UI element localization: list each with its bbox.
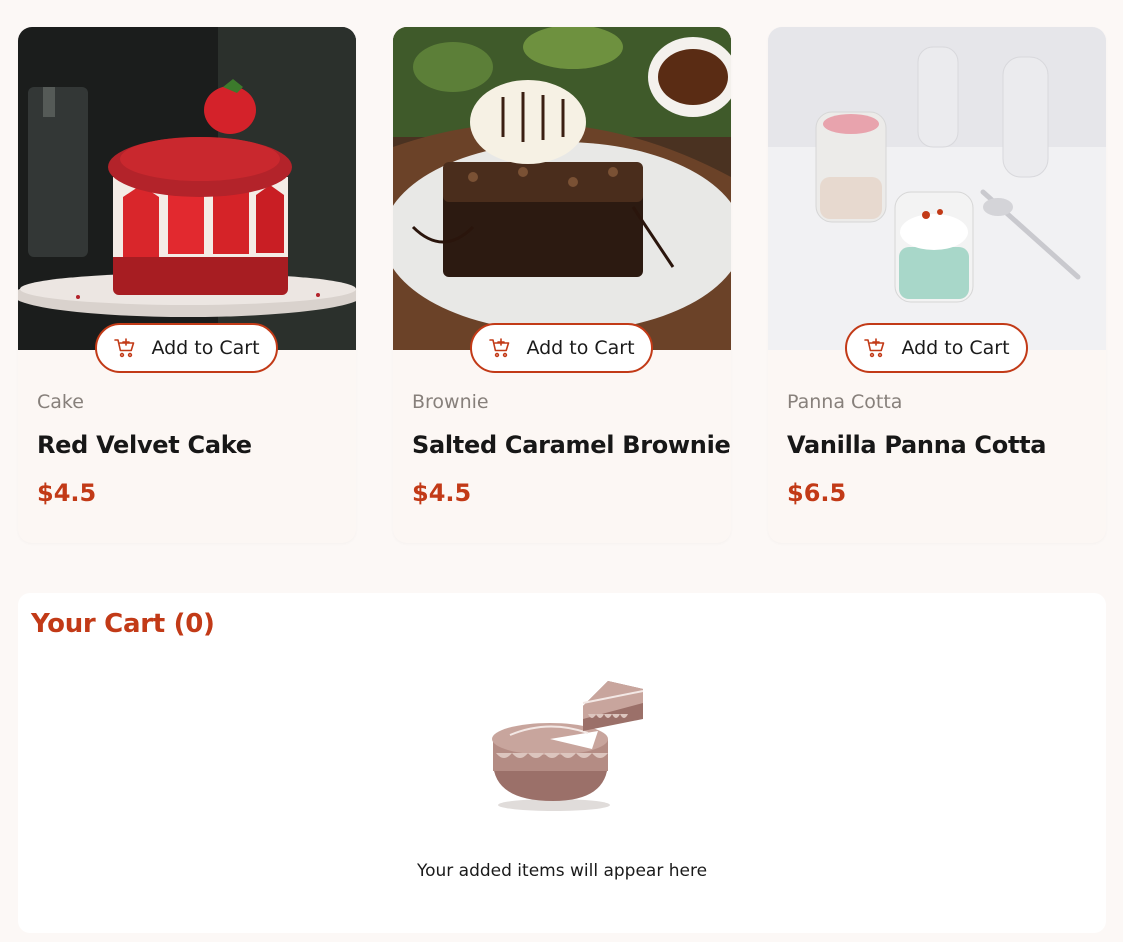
product-price: $4.5 <box>412 479 472 507</box>
product-card: Add to Cart Cake Red Velvet Cake $4.5 <box>18 27 356 543</box>
product-category: Brownie <box>412 391 489 413</box>
cart-plus-icon <box>489 338 510 358</box>
add-to-cart-label: Add to Cart <box>901 337 1010 359</box>
add-to-cart-button[interactable]: Add to Cart <box>470 323 653 373</box>
cart-plus-icon <box>864 338 885 358</box>
product-price: $6.5 <box>787 479 847 507</box>
product-image <box>393 27 731 350</box>
add-to-cart-label: Add to Cart <box>151 337 260 359</box>
product-grid: Add to Cart Cake Red Velvet Cake $4.5 Ad… <box>18 27 1106 543</box>
add-to-cart-button[interactable]: Add to Cart <box>95 323 278 373</box>
product-card: Add to Cart Panna Cotta Vanilla Panna Co… <box>768 27 1106 543</box>
add-to-cart-button[interactable]: Add to Cart <box>845 323 1028 373</box>
add-to-cart-label: Add to Cart <box>526 337 635 359</box>
product-price: $4.5 <box>37 479 97 507</box>
product-image <box>768 27 1106 350</box>
product-image <box>18 27 356 350</box>
cart-panel: Your Cart (0) Your added items will appe… <box>18 593 1106 933</box>
cart-plus-icon <box>114 338 135 358</box>
product-category: Panna Cotta <box>787 391 903 413</box>
empty-cart-message: Your added items will appear here <box>416 861 708 881</box>
empty-cart-cake-icon <box>492 681 644 811</box>
product-name: Salted Caramel Brownie <box>412 431 731 459</box>
cart-title: Your Cart (0) <box>31 609 215 639</box>
product-card: Add to Cart Brownie Salted Caramel Brown… <box>393 27 731 543</box>
product-name: Vanilla Panna Cotta <box>787 431 1047 459</box>
product-category: Cake <box>37 391 84 413</box>
product-name: Red Velvet Cake <box>37 431 252 459</box>
